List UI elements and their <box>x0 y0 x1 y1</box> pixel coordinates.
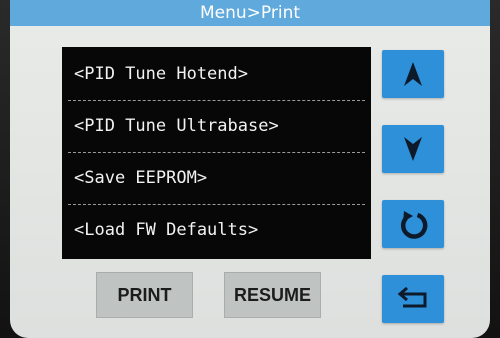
menu-list: <PID Tune Hotend> <PID Tune Ultrabase> <… <box>62 47 371 259</box>
arrow-up-icon <box>404 62 422 86</box>
menu-item-load-fw-defaults[interactable]: <Load FW Defaults> <box>62 205 371 255</box>
scroll-down-button[interactable] <box>382 125 444 173</box>
refresh-icon <box>400 211 428 239</box>
back-icon <box>397 286 427 308</box>
back-button[interactable] <box>382 275 444 323</box>
arrow-down-icon <box>404 137 422 161</box>
print-button[interactable]: PRINT <box>96 272 193 318</box>
menu-item-pid-tune-ultrabase[interactable]: <PID Tune Ultrabase> <box>62 101 371 151</box>
menu-item-pid-tune-hotend[interactable]: <PID Tune Hotend> <box>62 49 371 99</box>
resume-button[interactable]: RESUME <box>224 272 321 318</box>
scroll-up-button[interactable] <box>382 50 444 98</box>
refresh-button[interactable] <box>382 200 444 248</box>
page-title: Menu>Print <box>10 0 490 26</box>
lcd-screen: Menu>Print <PID Tune Hotend> <PID Tune U… <box>10 0 490 338</box>
menu-item-save-eeprom[interactable]: <Save EEPROM> <box>62 153 371 203</box>
